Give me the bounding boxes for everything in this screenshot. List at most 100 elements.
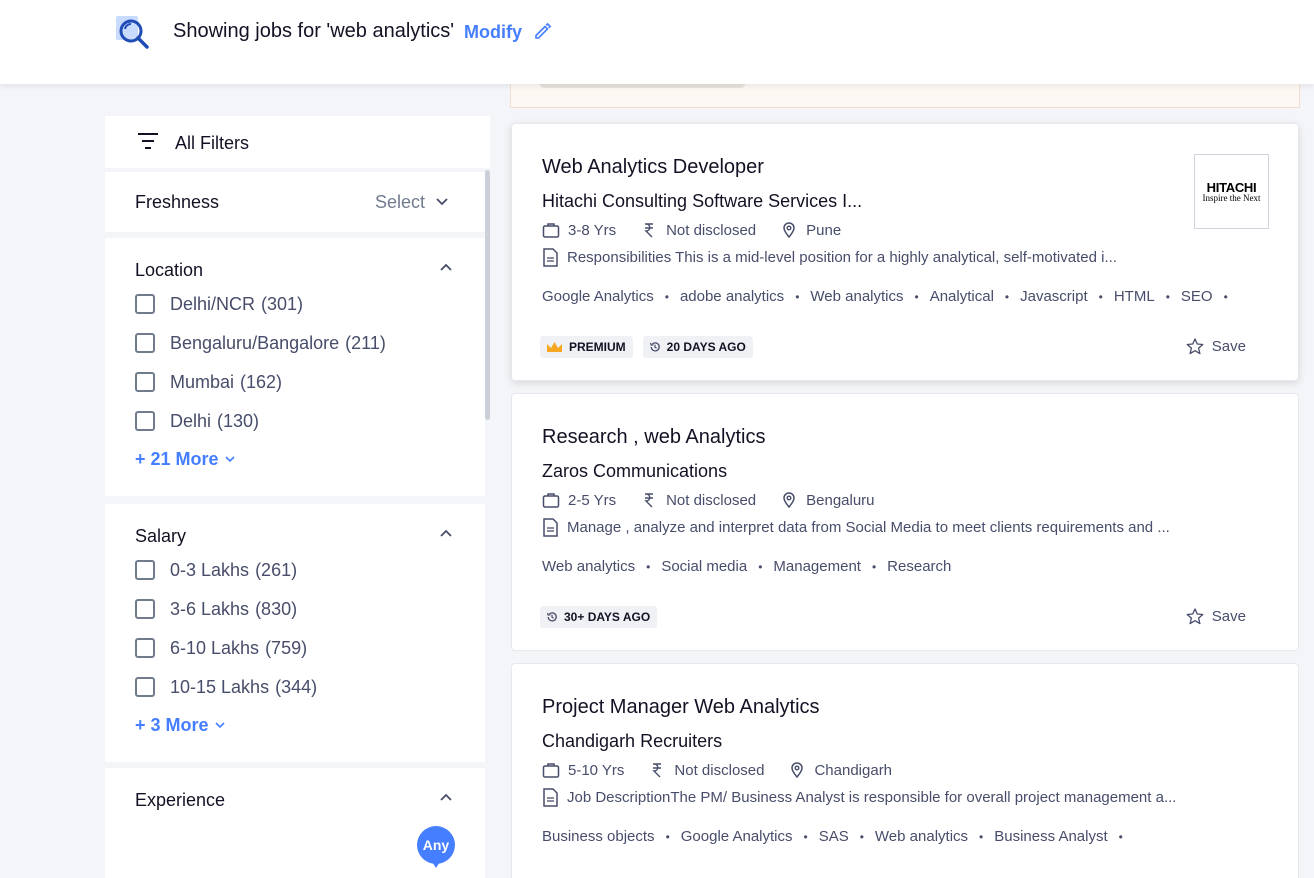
location-pin-icon: [783, 492, 795, 509]
separator-dot: •: [646, 559, 651, 574]
save-job-button[interactable]: Save: [1186, 608, 1246, 625]
location-info: Pune: [780, 221, 841, 239]
skill-tag: Web analytics •: [875, 828, 994, 845]
search-summary-title: Showing jobs for 'web analytics': [173, 20, 455, 42]
checkbox[interactable]: [135, 294, 155, 314]
skill-tag: SAS •: [819, 828, 875, 845]
experience-info: 2-5 Yrs: [542, 491, 616, 509]
skill-tag: SEO •: [1181, 288, 1239, 305]
experience-slider-handle[interactable]: Any: [417, 826, 455, 864]
chevron-down-icon: [224, 456, 235, 463]
job-title[interactable]: Web Analytics Developer: [542, 156, 764, 179]
document-icon: [543, 517, 558, 537]
chevron-up-icon[interactable]: [440, 263, 452, 271]
checkbox[interactable]: [135, 599, 155, 619]
option-count: (830): [255, 598, 298, 619]
premium-badge: PREMIUM: [540, 336, 633, 358]
job-card[interactable]: Project Manager Web Analytics Chandigarh…: [511, 663, 1299, 878]
location-pin-icon: [791, 762, 804, 779]
document-icon: [543, 787, 558, 807]
location-option[interactable]: Delhi (130): [135, 409, 259, 433]
job-title[interactable]: Project Manager Web Analytics: [542, 696, 820, 719]
experience-title: Experience: [135, 790, 226, 810]
location-option[interactable]: Mumbai (162): [135, 370, 282, 394]
option-label: 10-15 Lakhs: [170, 676, 270, 697]
chevron-up-icon[interactable]: [440, 793, 452, 801]
separator-dot: •: [665, 829, 670, 844]
chevron-up-icon[interactable]: [440, 529, 452, 537]
job-card[interactable]: Research , web Analytics Zaros Communica…: [511, 393, 1299, 651]
freshness-select[interactable]: Select: [375, 192, 425, 213]
location-filter: Location Delhi/NCR (301) Bengaluru/Banga…: [105, 238, 485, 496]
job-card[interactable]: Web Analytics Developer Hitachi Consulti…: [511, 123, 1299, 381]
freshness-filter: Freshness Select: [105, 172, 485, 232]
separator-dot: •: [664, 289, 669, 304]
skill-tags: Business objects • Google Analytics • SAS •…: [542, 828, 1134, 845]
chevron-down-icon[interactable]: [436, 198, 448, 206]
tag-label: Google Analytics: [542, 288, 654, 305]
checkbox[interactable]: [135, 677, 155, 697]
option-count: (301): [261, 293, 304, 314]
previous-card-bar: [540, 84, 745, 88]
salary-option[interactable]: 3-6 Lakhs (830): [135, 597, 297, 621]
job-title[interactable]: Research , web Analytics: [542, 426, 765, 449]
company-name[interactable]: Hitachi Consulting Software Services I..…: [542, 191, 862, 212]
location-info: Bengaluru: [780, 491, 875, 509]
separator-dot: •: [859, 829, 864, 844]
tag-label: Web analytics: [542, 558, 636, 575]
option-count: (162): [240, 371, 283, 392]
crown-icon: [547, 342, 562, 352]
experience-info: 5-10 Yrs: [542, 761, 624, 779]
tag-label: Social media: [661, 558, 748, 575]
company-name[interactable]: Chandigarh Recruiters: [542, 731, 722, 752]
all-filters-button[interactable]: All Filters: [105, 116, 490, 168]
rupee-icon: [652, 763, 662, 778]
checkbox[interactable]: [135, 560, 155, 580]
skill-tag: Google Analytics •: [681, 828, 819, 845]
tag-label: Web analytics: [874, 828, 969, 845]
checkbox[interactable]: [135, 638, 155, 658]
chevron-down-icon: [214, 722, 225, 729]
salary-option[interactable]: 6-10 Lakhs (759): [135, 636, 307, 660]
option-label: 3-6 Lakhs: [170, 598, 250, 619]
job-meta: 5-10 Yrs Not disclosed Chandigarh: [542, 760, 916, 780]
job-description: Responsibilities This is a mid-level pos…: [542, 247, 1117, 267]
location-option[interactable]: Bengaluru/Bangalore (211): [135, 331, 386, 355]
salary-option[interactable]: 0-3 Lakhs (261): [135, 558, 297, 582]
option-label: Mumbai: [170, 371, 235, 392]
skill-tag: adobe analytics •: [680, 288, 810, 305]
company-name[interactable]: Zaros Communications: [542, 461, 727, 482]
tag-label: Analytical: [929, 288, 994, 305]
sidebar-scrollbar[interactable]: [485, 170, 490, 420]
separator-dot: •: [914, 289, 919, 304]
experience-value: 5-10 Yrs: [568, 761, 625, 779]
checkbox[interactable]: [135, 333, 155, 353]
briefcase-icon: [542, 493, 560, 508]
separator-dot: •: [758, 559, 763, 574]
pencil-icon[interactable]: [534, 22, 552, 40]
skill-tag: HTML •: [1114, 288, 1181, 305]
option-count: (344): [275, 676, 318, 697]
separator-dot: •: [803, 829, 808, 844]
salary-option[interactable]: 10-15 Lakhs (344): [135, 675, 317, 699]
modify-search-link[interactable]: Modify: [464, 22, 522, 43]
separator-dot: •: [1165, 289, 1170, 304]
tag-label: SEO: [1180, 288, 1213, 305]
location-value: Chandigarh: [814, 761, 893, 779]
skill-tag: Social media •: [661, 558, 773, 575]
save-job-button[interactable]: Save: [1186, 338, 1246, 355]
location-more-button[interactable]: + 21 More: [135, 449, 235, 470]
save-label: Save: [1211, 608, 1246, 625]
checkbox[interactable]: [135, 411, 155, 431]
search-icon: [116, 16, 149, 49]
salary-more-button[interactable]: + 3 More: [135, 715, 225, 736]
star-icon: [1186, 338, 1204, 355]
experience-value: 2-5 Yrs: [568, 491, 617, 509]
tag-label: Business Analyst: [994, 828, 1108, 845]
document-icon: [543, 247, 558, 267]
option-label: Delhi: [170, 410, 212, 431]
location-option[interactable]: Delhi/NCR (301): [135, 292, 303, 316]
checkbox[interactable]: [135, 372, 155, 392]
skill-tag: Google Analytics •: [542, 288, 680, 305]
separator-dot: •: [1223, 289, 1228, 304]
